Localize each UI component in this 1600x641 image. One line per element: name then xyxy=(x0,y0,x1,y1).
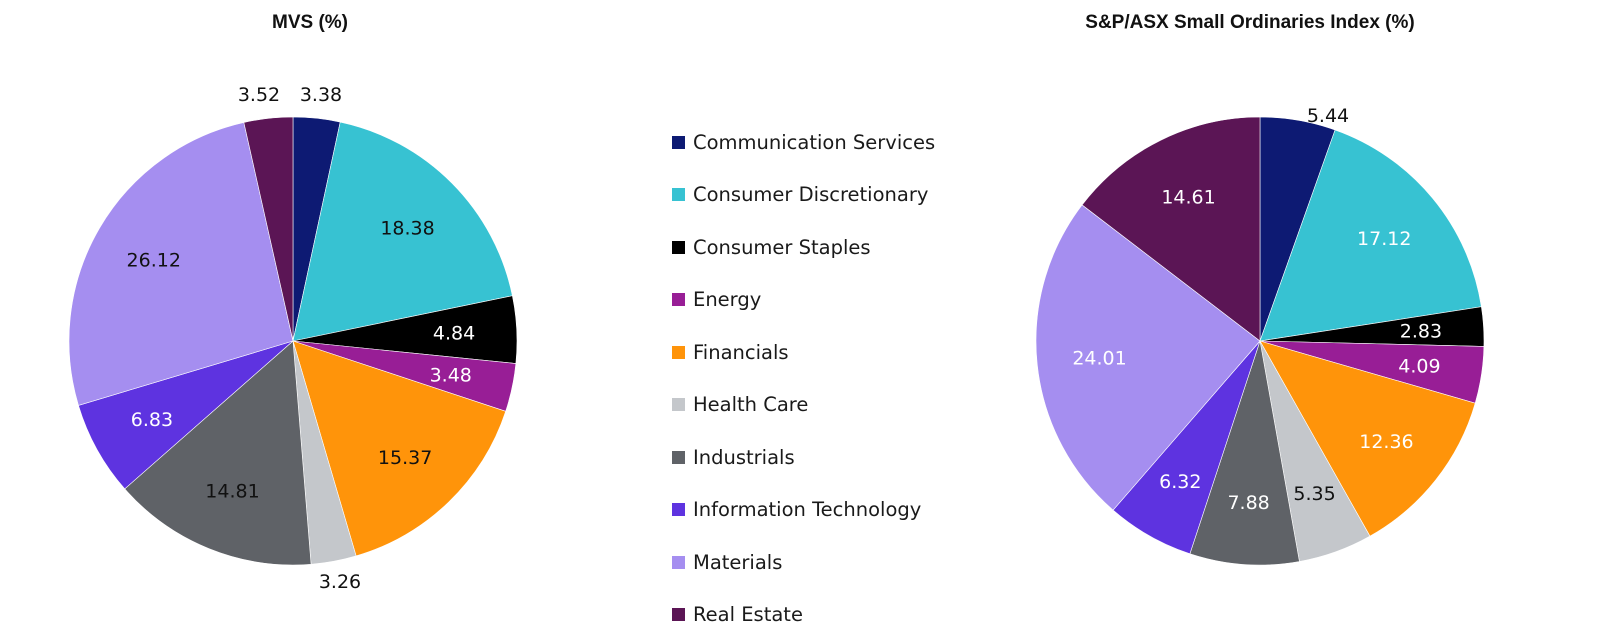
data-label-materials: 24.01 xyxy=(1072,347,1126,369)
data-label-consumer-staples: 2.83 xyxy=(1400,321,1442,343)
data-label-energy: 4.09 xyxy=(1398,356,1440,378)
data-label-real-estate: 14.61 xyxy=(1161,186,1215,208)
legend-swatch xyxy=(672,503,685,516)
legend-item-consumer-staples: Consumer Staples xyxy=(672,221,935,274)
legend-swatch xyxy=(672,188,685,201)
data-label-health-care: 5.35 xyxy=(1293,483,1335,505)
legend-label: Consumer Discretionary xyxy=(693,183,928,206)
legend-item-real-estate: Real Estate xyxy=(672,589,935,641)
legend-item-health-care: Health Care xyxy=(672,379,935,432)
data-label-financials: 15.37 xyxy=(378,447,432,469)
legend-label: Communication Services xyxy=(693,131,935,154)
legend-item-information-technology: Information Technology xyxy=(672,484,935,537)
legend-item-industrials: Industrials xyxy=(672,431,935,484)
data-label-information-technology: 6.83 xyxy=(131,409,173,431)
data-label-consumer-discretionary: 18.38 xyxy=(380,217,434,239)
legend-swatch xyxy=(672,451,685,464)
data-label-communication-services: 5.44 xyxy=(1307,105,1349,127)
legend-swatch xyxy=(672,398,685,411)
legend-item-financials: Financials xyxy=(672,326,935,379)
data-label-industrials: 7.88 xyxy=(1227,492,1269,514)
data-label-financials: 12.36 xyxy=(1359,431,1413,453)
legend-item-energy: Energy xyxy=(672,274,935,327)
legend-swatch xyxy=(672,136,685,149)
legend-label: Information Technology xyxy=(693,498,921,521)
legend-swatch xyxy=(672,293,685,306)
legend: Communication Services Consumer Discreti… xyxy=(672,116,935,641)
legend-swatch xyxy=(672,608,685,621)
legend-item-consumer-discretionary: Consumer Discretionary xyxy=(672,169,935,222)
legend-swatch xyxy=(672,556,685,569)
legend-swatch xyxy=(672,241,685,254)
legend-item-materials: Materials xyxy=(672,536,935,589)
data-label-consumer-discretionary: 17.12 xyxy=(1357,228,1411,250)
legend-label: Health Care xyxy=(693,393,808,416)
legend-label: Consumer Staples xyxy=(693,236,871,259)
legend-swatch xyxy=(672,346,685,359)
legend-label: Real Estate xyxy=(693,603,803,626)
data-label-real-estate: 3.52 xyxy=(238,84,280,106)
legend-label: Energy xyxy=(693,288,761,311)
legend-item-communication-services: Communication Services xyxy=(672,116,935,169)
data-label-materials: 26.12 xyxy=(127,250,181,272)
data-label-health-care: 3.26 xyxy=(319,571,361,593)
legend-label: Industrials xyxy=(693,446,795,469)
data-label-communication-services: 3.38 xyxy=(300,84,342,106)
mvs-pie-chart: 3.38 18.38 4.84 3.48 15.37 3.26 14.81 6.83 26.12… xyxy=(0,0,600,633)
data-label-consumer-staples: 4.84 xyxy=(433,323,475,345)
data-label-energy: 3.48 xyxy=(430,365,472,387)
data-label-industrials: 14.81 xyxy=(205,481,259,503)
data-label-information-technology: 6.32 xyxy=(1159,471,1201,493)
index-pie-chart: 5.44 17.12 2.83 4.09 12.36 5.35 7.88 6.32 24.01 1… xyxy=(1000,0,1600,633)
legend-label: Materials xyxy=(693,551,782,574)
legend-label: Financials xyxy=(693,341,789,364)
